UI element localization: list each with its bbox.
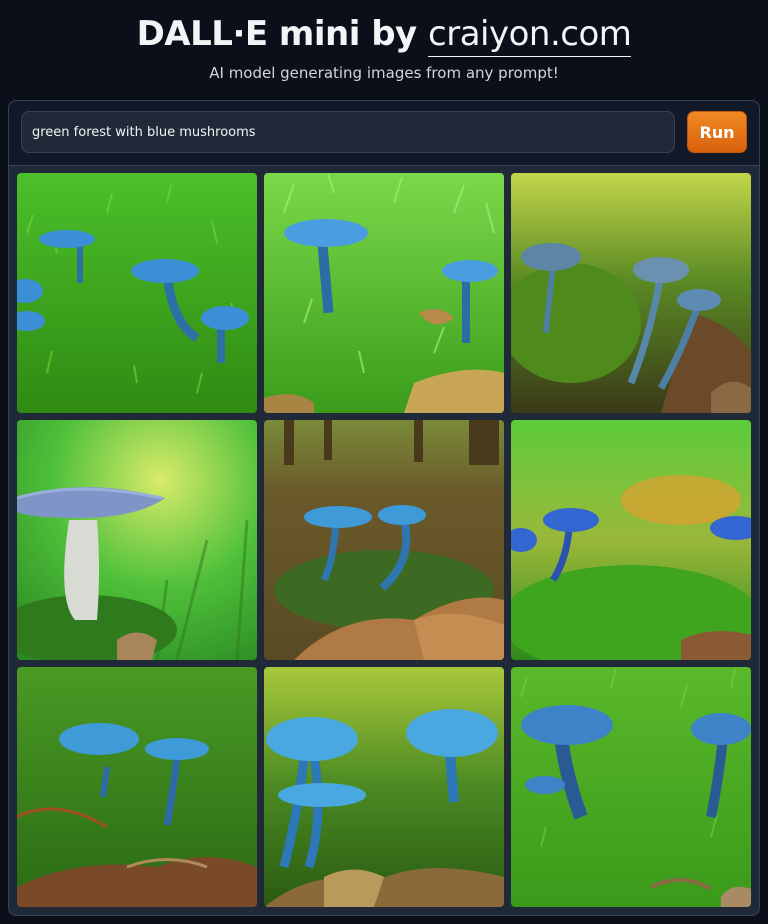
mushroom-image-icon	[17, 420, 257, 660]
mushroom-image-icon	[511, 173, 751, 413]
title-prefix: DALL·E mini by	[136, 14, 418, 54]
generator-panel: Run	[8, 100, 760, 916]
craiyon-link[interactable]: craiyon.com	[428, 14, 632, 57]
image-gallery	[17, 173, 751, 907]
generated-image-5[interactable]	[264, 420, 504, 660]
generated-image-1[interactable]	[17, 173, 257, 413]
run-button[interactable]: Run	[687, 111, 747, 153]
page-subtitle: AI model generating images from any prom…	[209, 64, 559, 82]
mushroom-image-icon	[264, 173, 504, 413]
generated-image-7[interactable]	[17, 667, 257, 907]
mushroom-image-icon	[511, 420, 751, 660]
generated-image-3[interactable]	[511, 173, 751, 413]
prompt-input[interactable]	[21, 111, 675, 153]
generated-image-2[interactable]	[264, 173, 504, 413]
page-title: DALL·E mini by craiyon.com	[0, 12, 768, 57]
generated-image-8[interactable]	[264, 667, 504, 907]
mushroom-image-icon	[511, 667, 751, 907]
generated-image-6[interactable]	[511, 420, 751, 660]
prompt-row: Run	[9, 101, 759, 166]
mushroom-image-icon	[17, 173, 257, 413]
mushroom-image-icon	[264, 667, 504, 907]
generated-image-4[interactable]	[17, 420, 257, 660]
mushroom-image-icon	[17, 667, 257, 907]
generated-image-9[interactable]	[511, 667, 751, 907]
craiyon-page: DALL·E mini by craiyon.com AI model gene…	[0, 0, 768, 924]
header: DALL·E mini by craiyon.com AI model gene…	[0, 0, 768, 88]
mushroom-image-icon	[264, 420, 504, 660]
